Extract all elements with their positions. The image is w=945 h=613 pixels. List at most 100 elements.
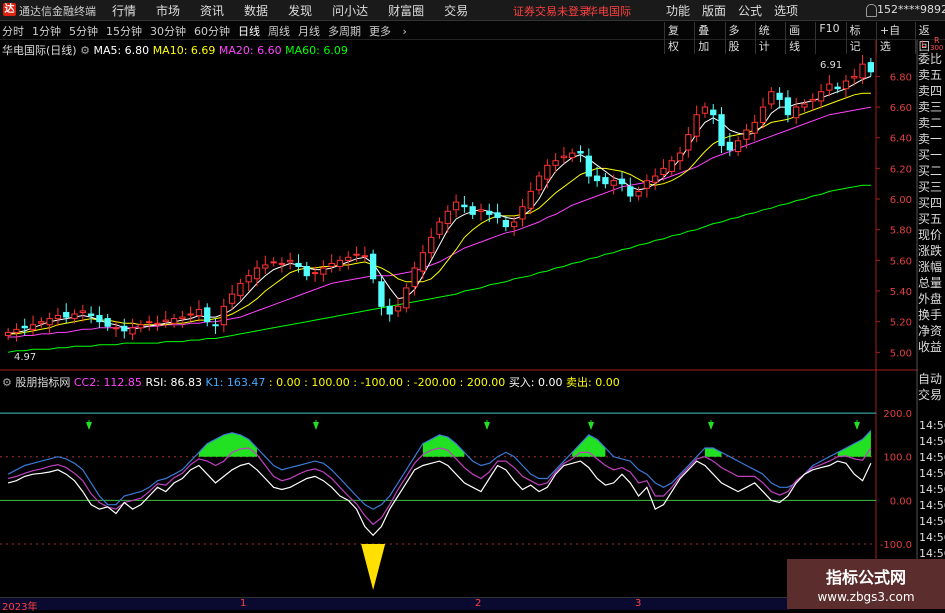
watermark-line1: 指标公式网 [825,568,906,587]
sidebar-item[interactable]: 卖二 [918,116,945,132]
candle-body [842,80,850,90]
high-price-label: 6.91 [820,60,842,71]
sidebar-item[interactable]: 买一 [918,148,945,164]
sidebar-item[interactable]: 交易 [918,388,945,404]
candle-body [204,307,211,323]
candle-body [187,313,194,316]
candle-body [262,264,269,269]
sidebar-item[interactable]: 净资 [918,324,945,340]
date-axis: 2023年 1 2 3 [0,597,790,613]
candle-body [46,318,53,326]
candle-body [851,75,858,79]
candle-body [13,328,20,333]
sidebar-item[interactable]: 买二 [918,164,945,180]
candle-body [195,308,203,317]
indicator-levels: : 0.00 : 100.00 : -100.00 : -200.00 : 20… [268,376,506,389]
candle-body [71,313,78,320]
candle-body [270,261,277,264]
candle-body [87,313,95,317]
sidebar-time: 14:56 [919,483,945,496]
candle-body [610,180,617,186]
sidebar-item[interactable]: 委比 [918,52,945,68]
sidebar-item[interactable]: 涨跌 [918,244,945,260]
candle-body [220,305,227,326]
candle-body [154,322,161,325]
candle-body [179,316,186,320]
sidebar-item[interactable]: 卖一 [918,132,945,148]
sidebar-item[interactable]: 买四 [918,196,945,212]
sidebar-item[interactable]: 卖五 [918,68,945,84]
indicator-legend: ⚙ 股朋指标网 CC2: 112.85 RSI: 86.83 K1: 163.4… [2,374,620,390]
sidebar-item[interactable] [918,356,945,372]
low-price-label: 4.97 [14,352,36,363]
candle-body [710,109,717,116]
candle-body [419,252,427,272]
indicator-tick-label: 0.00 [890,496,912,507]
candle-body [353,253,360,256]
candle-body [121,325,128,332]
sidebar-item[interactable]: 收益 [918,340,945,356]
candle-body [577,151,584,154]
candle-body [5,331,12,336]
candle-body [361,255,368,258]
candle-body [452,201,460,211]
sidebar-item[interactable]: 换手 [918,308,945,324]
sidebar-time: 14:56 [919,435,945,448]
price-tick-label: 5.80 [890,226,912,237]
candle-body [104,318,111,327]
candle-body [170,318,178,324]
candle-body [295,262,302,267]
candle-body [801,103,808,108]
candle-body [552,160,559,166]
sidebar-time: 14:56 [919,419,945,432]
sidebar-item[interactable]: 外盘 [918,292,945,308]
watermark-line2: www.zbgs3.com [817,590,915,604]
candle-body [54,315,62,320]
sidebar-item[interactable]: 买三 [918,180,945,196]
ma10-line [8,92,871,335]
candle-body [602,177,609,185]
candle-body [411,267,418,287]
indicator-k1: K1: 163.47 [205,376,266,389]
candle-body [112,327,120,330]
indicator-sell: 卖出: 0.00 [566,376,620,389]
sidebar-item[interactable]: 卖三 [918,100,945,116]
candle-body [311,272,319,275]
candle-body [593,175,601,182]
indicator-tick-label: 200.0 [883,409,912,420]
indicator-cc2: CC2: 112.85 [73,376,142,389]
date-label: 3 [635,598,642,609]
candle-body [751,121,758,134]
sidebar-time: 14:56 [919,451,945,464]
candle-body [29,324,37,330]
sidebar-item[interactable]: 自动 [918,372,945,388]
sidebar-item[interactable]: 卖四 [918,84,945,100]
sidebar-item[interactable]: 涨幅 [918,260,945,276]
indicator-gear-icon[interactable]: ⚙ [2,376,12,389]
date-label: 2023年 [2,602,38,613]
candle-body [535,175,543,191]
indicator-buy: 买入: 0.00 [508,376,563,389]
candle-body [369,253,377,280]
sell-signal-triangle [361,544,386,590]
candle-body [38,321,45,324]
candle-body [693,114,700,137]
candle-body [137,324,145,329]
indicator-name: 股朋指标网 [15,376,71,389]
kline-chart[interactable]: 200.0 100.0 0.00 -100.0 6.80 6.60 6.40 6.20 6.0… [0,0,945,597]
candle-body [635,190,642,197]
sidebar-item[interactable]: 买五 [918,212,945,228]
candle-body [502,219,510,228]
candle-body [162,319,169,323]
sidebar-time: 14:56 [919,499,945,512]
sidebar-item[interactable]: 现价 [918,228,945,244]
candle-body [287,259,294,263]
candle-body [336,259,344,267]
indicator-tick-label: 100.0 [883,453,912,464]
ma5-line [8,75,872,335]
sidebar-item[interactable]: 总量 [918,276,945,292]
candle-body [569,152,576,159]
candle-body [652,175,659,183]
candle-body [278,262,286,265]
candle-body [676,152,684,162]
